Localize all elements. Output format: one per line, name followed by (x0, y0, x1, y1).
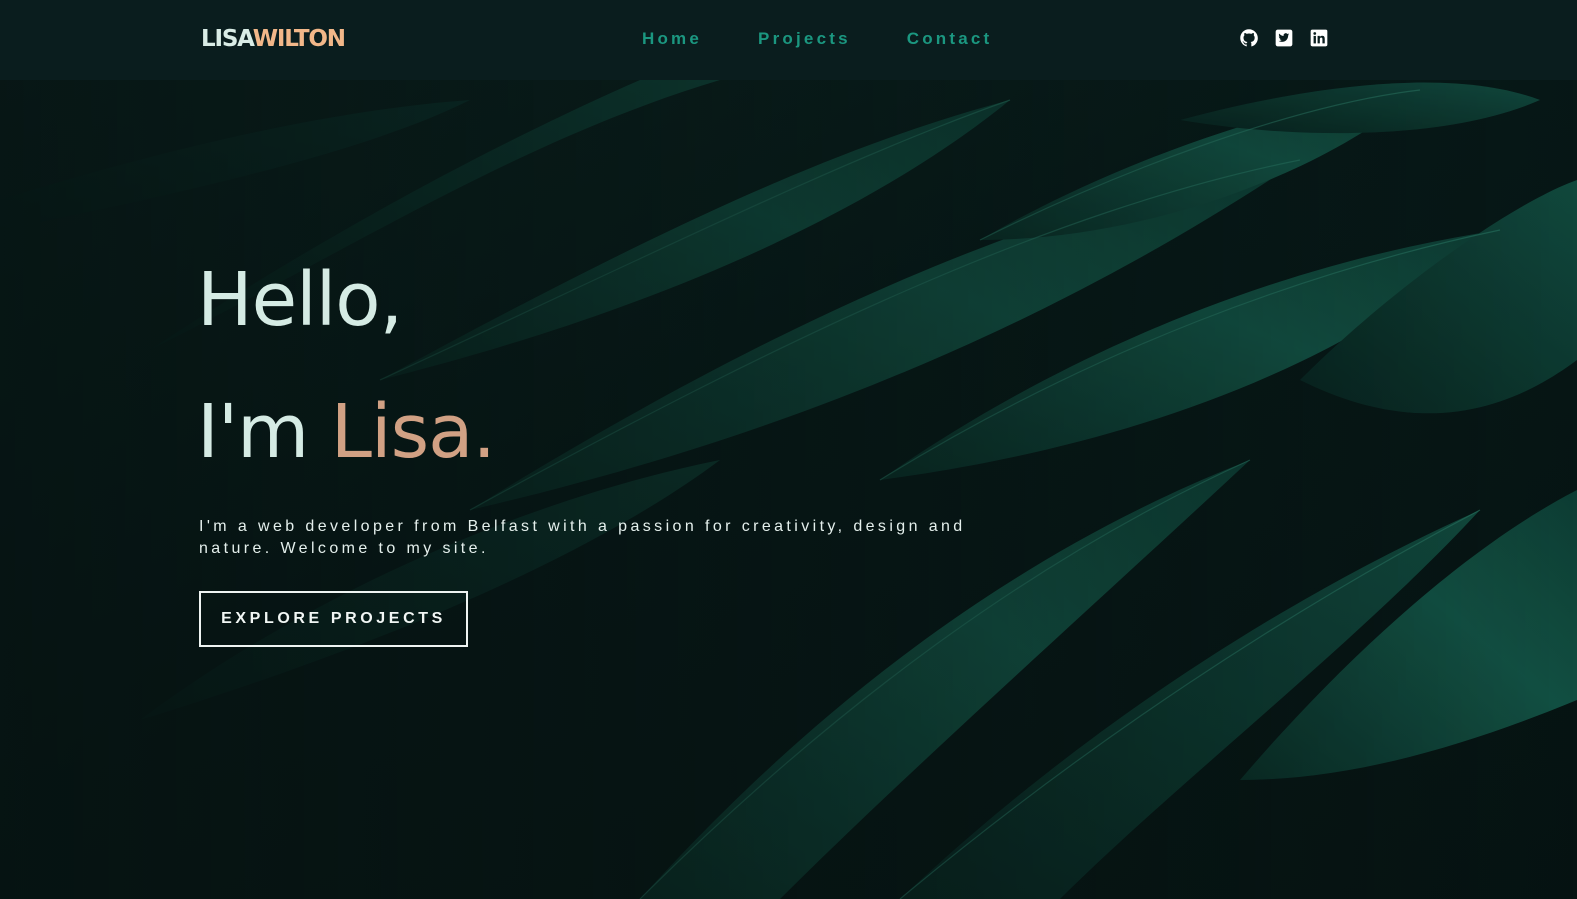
hero-intro-prefix: I'm (197, 389, 331, 475)
navbar: LISAWILTON Home Projects Contact (0, 0, 1577, 80)
hero-intro-heading: I'm Lisa. (197, 389, 496, 475)
twitter-icon[interactable] (1274, 28, 1294, 48)
nav-link-home[interactable]: Home (642, 27, 702, 51)
nav-link-projects[interactable]: Projects (758, 27, 851, 51)
logo-last-name: WILTON (252, 26, 346, 52)
hero-name: Lisa. (330, 389, 496, 475)
site-logo[interactable]: LISAWILTON (201, 24, 346, 54)
page: LISAWILTON Home Projects Contact Hello, … (0, 0, 1577, 899)
feather-background-image (0, 80, 1577, 899)
hero-tagline: I'm a web developer from Belfast with a … (199, 518, 966, 557)
hero-greeting: Hello, (197, 257, 403, 343)
main-nav: Home Projects Contact (642, 27, 992, 51)
nav-link-contact[interactable]: Contact (907, 27, 993, 51)
linkedin-icon[interactable] (1309, 28, 1329, 48)
logo-first-name: LISA (201, 26, 254, 52)
explore-projects-button[interactable]: EXPLORE PROJECTS (199, 591, 468, 647)
social-links (1239, 28, 1329, 48)
github-icon[interactable] (1239, 28, 1259, 48)
hero-section: Hello, I'm Lisa. I'm a web developer fro… (0, 80, 1577, 899)
